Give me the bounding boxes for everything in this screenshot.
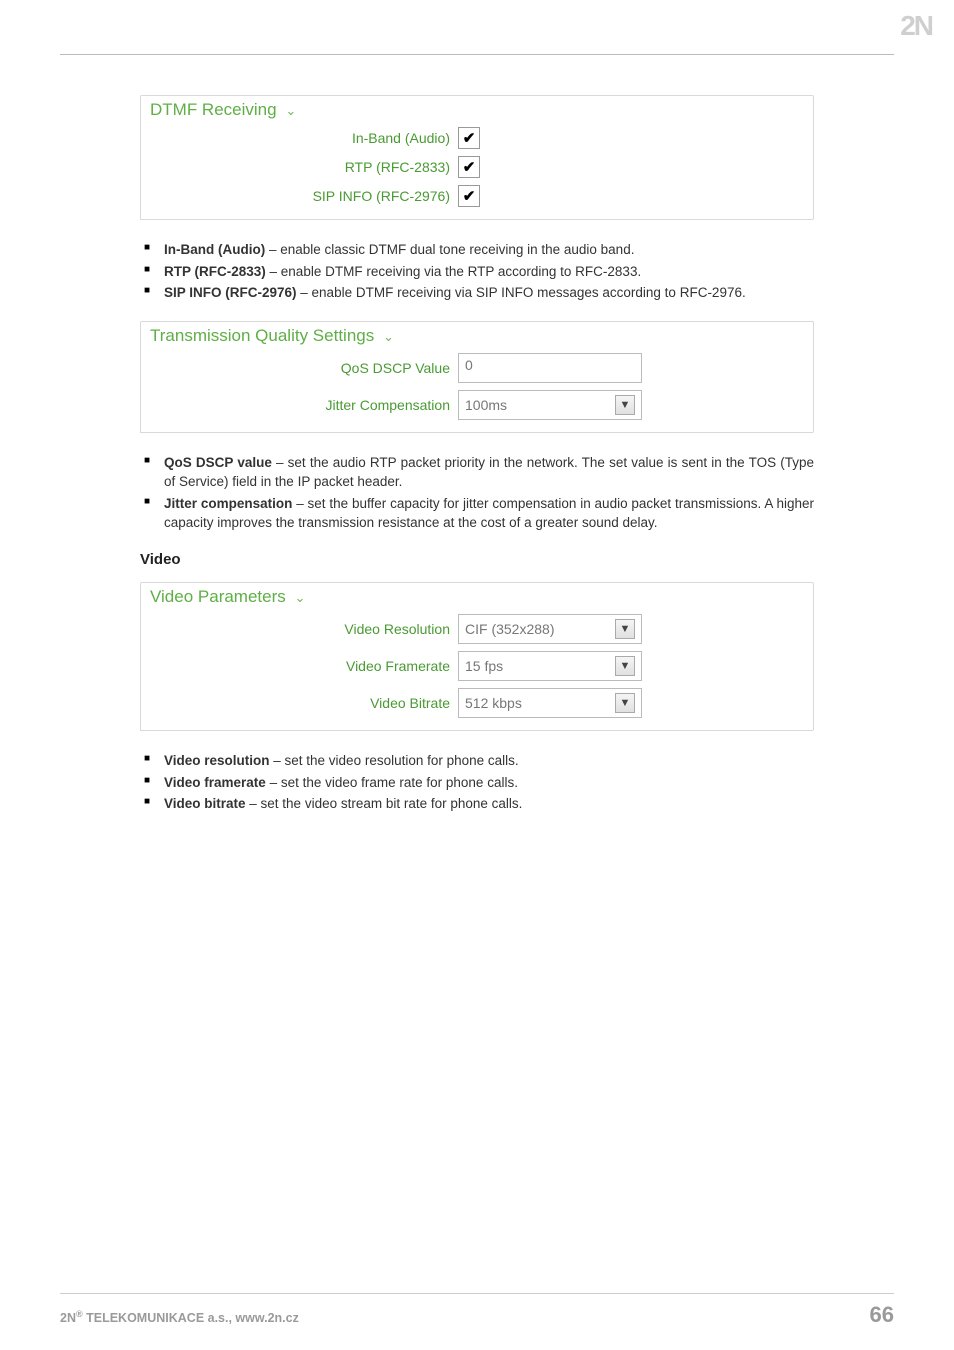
jitter-select[interactable]: 100ms ▼ bbox=[458, 390, 642, 420]
vp-label-resolution: Video Resolution bbox=[150, 621, 458, 637]
video-params-fieldset: Video Parameters ⌄ Video Resolution CIF … bbox=[140, 582, 814, 731]
chevron-down-icon: ⌄ bbox=[295, 590, 306, 605]
dropdown-arrow-icon: ▼ bbox=[615, 656, 635, 676]
chevron-down-icon: ⌄ bbox=[285, 103, 296, 118]
note-sipinfo: SIP INFO (RFC-2976) – enable DTMF receiv… bbox=[160, 283, 814, 303]
page-root: 2N DTMF Receiving ⌄ In-Band (Audio) ✔ RT… bbox=[0, 0, 954, 1350]
note-jitter: Jitter compensation – set the buffer cap… bbox=[160, 494, 814, 533]
vp-legend-text: Video Parameters bbox=[150, 587, 286, 606]
video-heading: Video bbox=[140, 551, 814, 568]
note-inband-term: In-Band (Audio) bbox=[164, 242, 265, 257]
note-qos-term: QoS DSCP value bbox=[164, 455, 272, 470]
header-divider bbox=[60, 54, 894, 55]
vp-label-bitrate: Video Bitrate bbox=[150, 695, 458, 711]
note-qos: QoS DSCP value – set the audio RTP packe… bbox=[160, 453, 814, 492]
tq-fieldset: Transmission Quality Settings ⌄ QoS DSCP… bbox=[140, 321, 814, 433]
dtmf-checkbox-rtp[interactable]: ✔ bbox=[458, 156, 480, 178]
vp-label-framerate: Video Framerate bbox=[150, 658, 458, 674]
note-sipinfo-desc: – enable DTMF receiving via SIP INFO mes… bbox=[297, 285, 746, 300]
qos-dscp-input[interactable]: 0 bbox=[458, 353, 642, 383]
video-resolution-value: CIF (352x288) bbox=[465, 621, 554, 637]
brand-logo: 2N bbox=[900, 10, 932, 42]
dtmf-label-sipinfo: SIP INFO (RFC-2976) bbox=[150, 188, 458, 204]
note-vbr-term: Video bitrate bbox=[164, 796, 246, 811]
dropdown-arrow-icon: ▼ bbox=[615, 619, 635, 639]
note-rtp-desc: – enable DTMF receiving via the RTP acco… bbox=[266, 264, 641, 279]
vp-notes: Video resolution – set the video resolut… bbox=[140, 751, 814, 814]
tq-row-qos: QoS DSCP Value 0 bbox=[150, 353, 803, 383]
tq-legend-text: Transmission Quality Settings bbox=[150, 326, 374, 345]
note-vbr: Video bitrate – set the video stream bit… bbox=[160, 794, 814, 814]
dtmf-receiving-fieldset: DTMF Receiving ⌄ In-Band (Audio) ✔ RTP (… bbox=[140, 95, 814, 220]
footer-company: TELEKOMUNIKACE a.s., www.2n.cz bbox=[83, 1311, 299, 1325]
page-number: 66 bbox=[870, 1302, 894, 1328]
tq-label-jitter: Jitter Compensation bbox=[150, 397, 458, 413]
note-vbr-desc: – set the video stream bit rate for phon… bbox=[246, 796, 523, 811]
note-inband-desc: – enable classic DTMF dual tone receivin… bbox=[265, 242, 634, 257]
video-bitrate-select[interactable]: 512 kbps ▼ bbox=[458, 688, 642, 718]
note-vfps-desc: – set the video frame rate for phone cal… bbox=[266, 775, 518, 790]
video-bitrate-value: 512 kbps bbox=[465, 695, 522, 711]
tq-row-jitter: Jitter Compensation 100ms ▼ bbox=[150, 390, 803, 420]
tq-label-qos: QoS DSCP Value bbox=[150, 360, 458, 376]
dtmf-legend-text: DTMF Receiving bbox=[150, 100, 277, 119]
vp-row-resolution: Video Resolution CIF (352x288) ▼ bbox=[150, 614, 803, 644]
dtmf-notes: In-Band (Audio) – enable classic DTMF du… bbox=[140, 240, 814, 303]
video-framerate-select[interactable]: 15 fps ▼ bbox=[458, 651, 642, 681]
video-framerate-value: 15 fps bbox=[465, 658, 503, 674]
dropdown-arrow-icon: ▼ bbox=[615, 693, 635, 713]
dtmf-label-rtp: RTP (RFC-2833) bbox=[150, 159, 458, 175]
dtmf-row-sipinfo: SIP INFO (RFC-2976) ✔ bbox=[150, 185, 803, 207]
footer-left: 2N® TELEKOMUNIKACE a.s., www.2n.cz bbox=[60, 1309, 299, 1325]
note-rtp: RTP (RFC-2833) – enable DTMF receiving v… bbox=[160, 262, 814, 282]
note-vfps: Video framerate – set the video frame ra… bbox=[160, 773, 814, 793]
note-vres: Video resolution – set the video resolut… bbox=[160, 751, 814, 771]
vp-row-bitrate: Video Bitrate 512 kbps ▼ bbox=[150, 688, 803, 718]
dtmf-checkbox-sipinfo[interactable]: ✔ bbox=[458, 185, 480, 207]
note-rtp-term: RTP (RFC-2833) bbox=[164, 264, 266, 279]
note-jitter-term: Jitter compensation bbox=[164, 496, 292, 511]
note-vfps-term: Video framerate bbox=[164, 775, 266, 790]
dtmf-row-inband: In-Band (Audio) ✔ bbox=[150, 127, 803, 149]
vp-legend[interactable]: Video Parameters ⌄ bbox=[146, 587, 311, 607]
dropdown-arrow-icon: ▼ bbox=[615, 395, 635, 415]
page-footer: 2N® TELEKOMUNIKACE a.s., www.2n.cz 66 bbox=[60, 1293, 894, 1328]
dtmf-label-inband: In-Band (Audio) bbox=[150, 130, 458, 146]
note-vres-desc: – set the video resolution for phone cal… bbox=[270, 753, 519, 768]
dtmf-checkbox-inband[interactable]: ✔ bbox=[458, 127, 480, 149]
footer-reg-icon: ® bbox=[76, 1309, 83, 1319]
tq-notes: QoS DSCP value – set the audio RTP packe… bbox=[140, 453, 814, 533]
footer-brand: 2N bbox=[60, 1311, 76, 1325]
vp-row-framerate: Video Framerate 15 fps ▼ bbox=[150, 651, 803, 681]
jitter-select-value: 100ms bbox=[465, 397, 507, 413]
note-vres-term: Video resolution bbox=[164, 753, 270, 768]
note-sipinfo-term: SIP INFO (RFC-2976) bbox=[164, 285, 297, 300]
note-inband: In-Band (Audio) – enable classic DTMF du… bbox=[160, 240, 814, 260]
video-resolution-select[interactable]: CIF (352x288) ▼ bbox=[458, 614, 642, 644]
tq-legend[interactable]: Transmission Quality Settings ⌄ bbox=[146, 326, 400, 346]
chevron-down-icon: ⌄ bbox=[383, 329, 394, 344]
dtmf-legend[interactable]: DTMF Receiving ⌄ bbox=[146, 100, 302, 120]
dtmf-row-rtp: RTP (RFC-2833) ✔ bbox=[150, 156, 803, 178]
